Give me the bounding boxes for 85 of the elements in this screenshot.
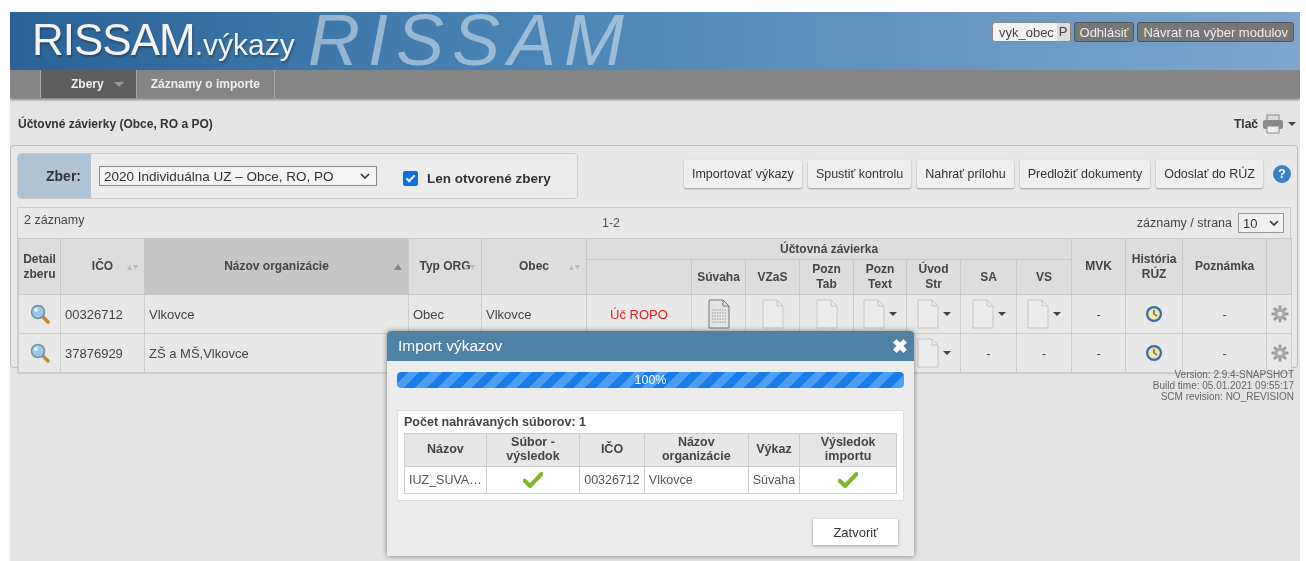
action-button[interactable]: Nahrať prílohu <box>917 160 1014 188</box>
detail-button[interactable] <box>29 343 50 363</box>
column-header: VZaS <box>745 259 800 295</box>
check-icon <box>522 472 543 488</box>
column-header[interactable]: Typ ORG <box>408 238 482 295</box>
help-button[interactable]: ? <box>1273 165 1291 183</box>
action-button[interactable]: Importovať výkazy <box>683 160 802 188</box>
caret-icon <box>1288 121 1296 127</box>
caret-icon[interactable] <box>889 311 897 317</box>
logo-text: RISSAM <box>32 18 195 62</box>
column-header: Výkaz <box>748 433 800 467</box>
collection-select[interactable]: 2020 Individuálna UZ – Obce, RO, PO <box>99 166 377 186</box>
version-info: Build time: 05.01.2021 09:55:17 <box>1152 380 1294 391</box>
printer-icon <box>1262 114 1284 134</box>
status-text: Úč ROPO <box>610 306 668 322</box>
column-header: Úvod Str <box>906 259 961 295</box>
page-title: Účtovné závierky (Obce, RO a PO) <box>18 117 213 131</box>
column-header: SA <box>960 259 1017 295</box>
table-cell-text: Vlkovce <box>648 473 693 487</box>
table-cell-text: Súvaha <box>752 473 796 487</box>
user-field[interactable]: vyk_obec P <box>991 22 1071 42</box>
column-header: VS <box>1016 259 1072 295</box>
nav-tab[interactable]: Zbery <box>40 70 137 98</box>
dialog-title: Import výkazov <box>398 337 503 355</box>
print-button[interactable]: Tlač <box>1234 114 1296 134</box>
column-header: Súvaha <box>691 259 746 295</box>
table-cell-text: - <box>1222 306 1227 322</box>
table-cell-text: - <box>986 345 991 361</box>
upload-count: Počet nahrávaných súborov: 1 <box>404 415 587 429</box>
table-cell-text: 37876929 <box>65 345 123 361</box>
logo-backdrop-text: RISSAM <box>308 12 633 70</box>
column-header: Výsledok importu <box>799 433 897 467</box>
chevron-icon <box>360 173 370 179</box>
caret-icon[interactable] <box>997 311 1006 317</box>
table-cell-text: 00326712 <box>65 306 123 322</box>
filter-label: Zber: <box>18 154 91 198</box>
column-header[interactable]: IČO <box>60 238 145 295</box>
action-button[interactable]: Spustiť kontrolu <box>807 160 912 188</box>
table-cell-text: 00326712 <box>584 473 640 487</box>
action-button[interactable]: Predložiť dokumenty <box>1019 160 1151 188</box>
column-header[interactable]: Obec <box>481 238 587 295</box>
chevron-icon <box>1269 220 1279 226</box>
table-cell-text: Obec <box>413 306 445 322</box>
page-size-label: záznamy / strana <box>1136 216 1232 230</box>
history-button[interactable] <box>1145 305 1164 323</box>
logo-suffix: .výkazy <box>194 30 295 60</box>
column-header[interactable]: Názov organizácie <box>144 238 409 295</box>
record-count: 2 záznamy <box>24 213 85 227</box>
column-header: MVK <box>1071 238 1126 295</box>
page-range: 1-2 <box>602 216 621 230</box>
check-icon <box>838 472 859 488</box>
history-button[interactable] <box>1145 344 1164 362</box>
column-header: Názov organizácie <box>644 433 749 467</box>
version-info: SCM revision: NO_REVISION <box>1160 391 1294 402</box>
table-cell-text: IUZ_SUVA… <box>409 473 482 487</box>
column-header: Detail zberu <box>18 238 61 295</box>
table-cell-text: - <box>1096 345 1101 361</box>
close-button[interactable]: ✖ <box>890 334 910 358</box>
checkbox[interactable] <box>403 170 418 186</box>
column-header: História RÚZ <box>1125 238 1183 295</box>
column-header: Pozn Text <box>853 259 907 295</box>
caret-icon[interactable] <box>942 350 951 356</box>
header-button[interactable]: Odhlásiť <box>1073 22 1135 42</box>
page-size-select[interactable]: 10 <box>1238 213 1284 233</box>
column-header: Názov <box>404 433 487 467</box>
checkbox-label: Len otvorené zbery <box>427 170 551 186</box>
detail-button[interactable] <box>29 304 50 324</box>
table-cell-text: - <box>1041 345 1047 361</box>
column-header: Poznámka <box>1182 238 1267 295</box>
progress-text: 100% <box>633 372 668 388</box>
caret-icon[interactable] <box>1053 311 1062 317</box>
column-header: Pozn Tab <box>799 259 854 295</box>
column-header: Súbor - výsledok <box>486 433 580 467</box>
table-cell-text: Vlkovce <box>149 306 195 322</box>
table-cell-text: Vlkovce <box>486 306 532 322</box>
column-group-header: Účtovná závierka <box>586 238 1072 260</box>
table-cell-text: - <box>1096 306 1101 322</box>
close-dialog-button[interactable]: Zatvoriť <box>813 519 898 545</box>
table-cell-text: ZŠ a MŠ,Vlkovce <box>149 345 249 361</box>
table-cell-text: - <box>1222 345 1227 361</box>
header-button[interactable]: Návrat na výber modulov <box>1137 22 1294 42</box>
version-info: Version: 2.9.4-SNAPSHOT <box>1174 369 1294 380</box>
caret-icon[interactable] <box>942 311 951 317</box>
action-button[interactable]: Odoslať do RÚZ <box>1156 160 1263 188</box>
column-header: IČO <box>579 433 645 467</box>
